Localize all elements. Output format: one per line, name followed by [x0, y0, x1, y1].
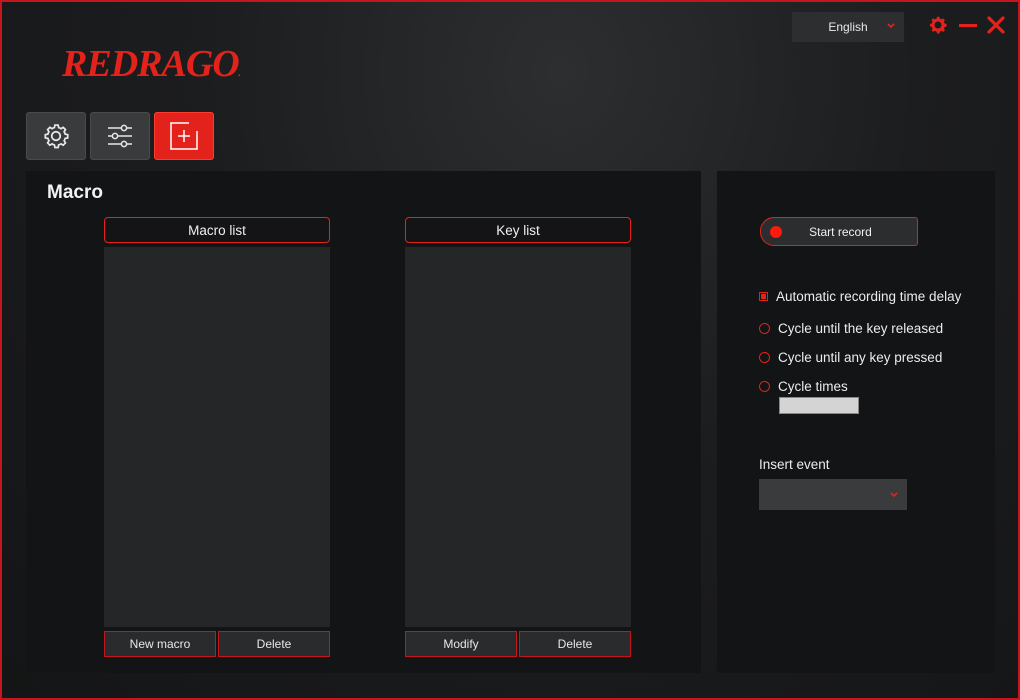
close-icon[interactable] — [985, 14, 1007, 36]
redragon-logo: REDRAGON — [61, 43, 240, 85]
macro-panel: Macro Macro list New macro Delete Key li… — [26, 171, 701, 673]
page-title: Macro — [47, 182, 103, 203]
auto-delay-label: Automatic recording time delay — [776, 289, 962, 304]
key-list-header: Key list — [405, 217, 631, 243]
option-cycle-times[interactable]: Cycle times — [759, 379, 848, 394]
radio-icon — [759, 323, 770, 334]
radio-icon — [759, 381, 770, 392]
delete-macro-button[interactable]: Delete — [218, 631, 330, 657]
option-label: Cycle until the key released — [778, 321, 944, 336]
cycle-times-input[interactable] — [779, 397, 859, 414]
start-record-label: Start record — [809, 224, 872, 239]
record-panel: Start record Automatic recording time de… — [717, 171, 995, 673]
sliders-icon — [108, 124, 132, 148]
checkbox-checked-icon — [759, 292, 768, 301]
macro-list[interactable] — [104, 247, 330, 627]
app-window: REDRAGON English — [0, 0, 1020, 700]
tab-adjustments[interactable] — [90, 112, 150, 160]
chevron-down-icon — [887, 23, 895, 29]
svg-text:REDRAGON: REDRAGON — [61, 43, 240, 85]
option-cycle-any-key[interactable]: Cycle until any key pressed — [759, 350, 942, 365]
delete-key-button[interactable]: Delete — [519, 631, 631, 657]
chevron-down-icon — [890, 492, 898, 498]
modify-key-button[interactable]: Modify — [405, 631, 517, 657]
insert-event-label: Insert event — [759, 457, 830, 472]
record-dot-icon — [770, 225, 782, 238]
option-cycle-key-released[interactable]: Cycle until the key released — [759, 321, 943, 336]
gear-icon[interactable] — [927, 14, 949, 36]
tab-macro[interactable] — [154, 112, 214, 160]
new-macro-button[interactable]: New macro — [104, 631, 216, 657]
macro-plus-icon — [170, 122, 198, 150]
gear-icon — [44, 124, 69, 149]
language-value: English — [828, 20, 868, 34]
option-label: Cycle until any key pressed — [778, 350, 943, 365]
key-list[interactable] — [405, 247, 631, 627]
radio-icon — [759, 352, 770, 363]
macro-list-header: Macro list — [104, 217, 330, 243]
tab-settings[interactable] — [26, 112, 86, 160]
language-select[interactable]: English — [792, 12, 904, 42]
option-label: Cycle times — [778, 379, 848, 394]
start-record-button[interactable]: Start record — [760, 217, 918, 246]
minimize-icon[interactable] — [957, 14, 979, 36]
auto-delay-checkbox[interactable]: Automatic recording time delay — [759, 289, 961, 304]
insert-event-select[interactable] — [759, 479, 907, 510]
